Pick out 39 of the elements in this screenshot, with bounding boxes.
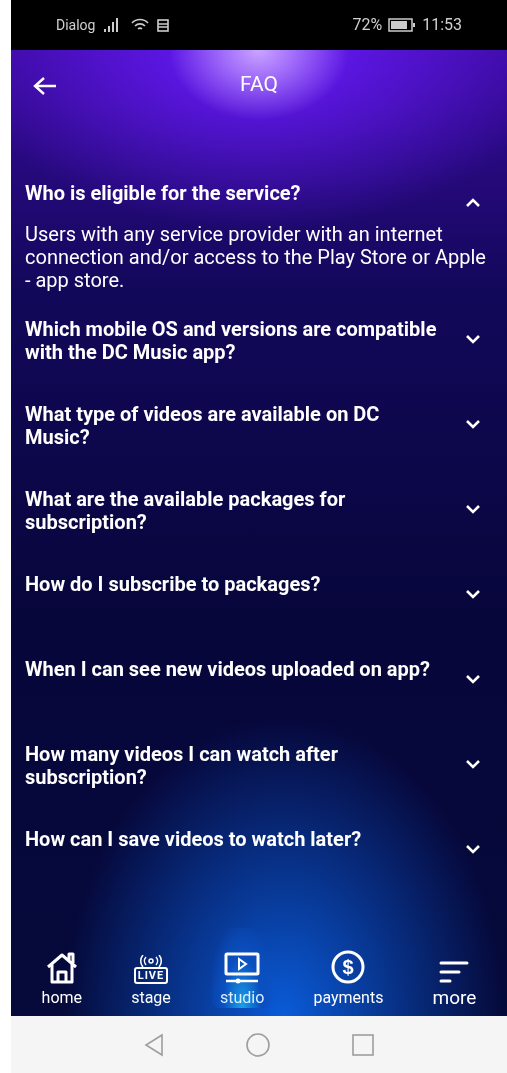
wifi-icon [131,18,150,32]
clock: 11:53 [422,14,462,36]
nav-tab[interactable]: $ payments [305,928,392,1008]
broadcast-icon [137,955,164,967]
house-icon [44,952,79,984]
chevron-down-icon [465,419,481,429]
battery-icon [388,18,417,32]
chevron-down-icon [465,759,481,769]
faq-question[interactable]: How can I save videos to watch later? [25,828,493,854]
nav-tab[interactable]: studio [211,928,273,1008]
live-label: LIVE [133,967,169,984]
nav-tab[interactable]: more [424,928,485,1008]
chevron-down-icon [465,844,481,854]
chevron-down-icon [465,334,481,344]
faq-question[interactable]: How many videos I can watch after subscription? [25,743,493,789]
video-screen-icon [224,952,261,984]
faq-answer: Users with any service provider with an internet connection and/or access to the Play Store or Apple - app store. [25,223,487,292]
battery-percent: 72% [352,14,383,36]
chevron-down-icon [465,504,481,514]
home-icon[interactable] [246,1032,270,1057]
chevron-up-icon [465,198,481,208]
nav-tab[interactable]: LIVE stage [123,928,179,1008]
back-arrow-icon [33,76,57,96]
chevron-down-icon [465,674,481,684]
back-icon[interactable] [144,1032,164,1057]
faq-question[interactable]: How do I subscribe to packages? [25,573,493,599]
faq-question[interactable]: Who is eligible for the service? [25,182,493,208]
page-title: FAQ [240,71,278,99]
nav-tab[interactable]: home [33,928,90,1008]
faq-question[interactable]: When I can see new videos uploaded on app? [25,658,493,684]
faq-question[interactable]: What are the available packages for subscription? [25,488,493,534]
faq-question[interactable]: Which mobile OS and versions are compatible with the DC Music app? [25,318,493,364]
recent-apps-icon[interactable] [352,1033,374,1056]
chevron-down-icon [465,589,481,599]
menu-icon [439,960,470,984]
carrier-name: Dialog [56,15,96,35]
dollar-icon: $ [331,950,366,984]
notification-icon [157,18,170,32]
faq-question[interactable]: What type of videos are available on DC Music? [25,403,493,449]
